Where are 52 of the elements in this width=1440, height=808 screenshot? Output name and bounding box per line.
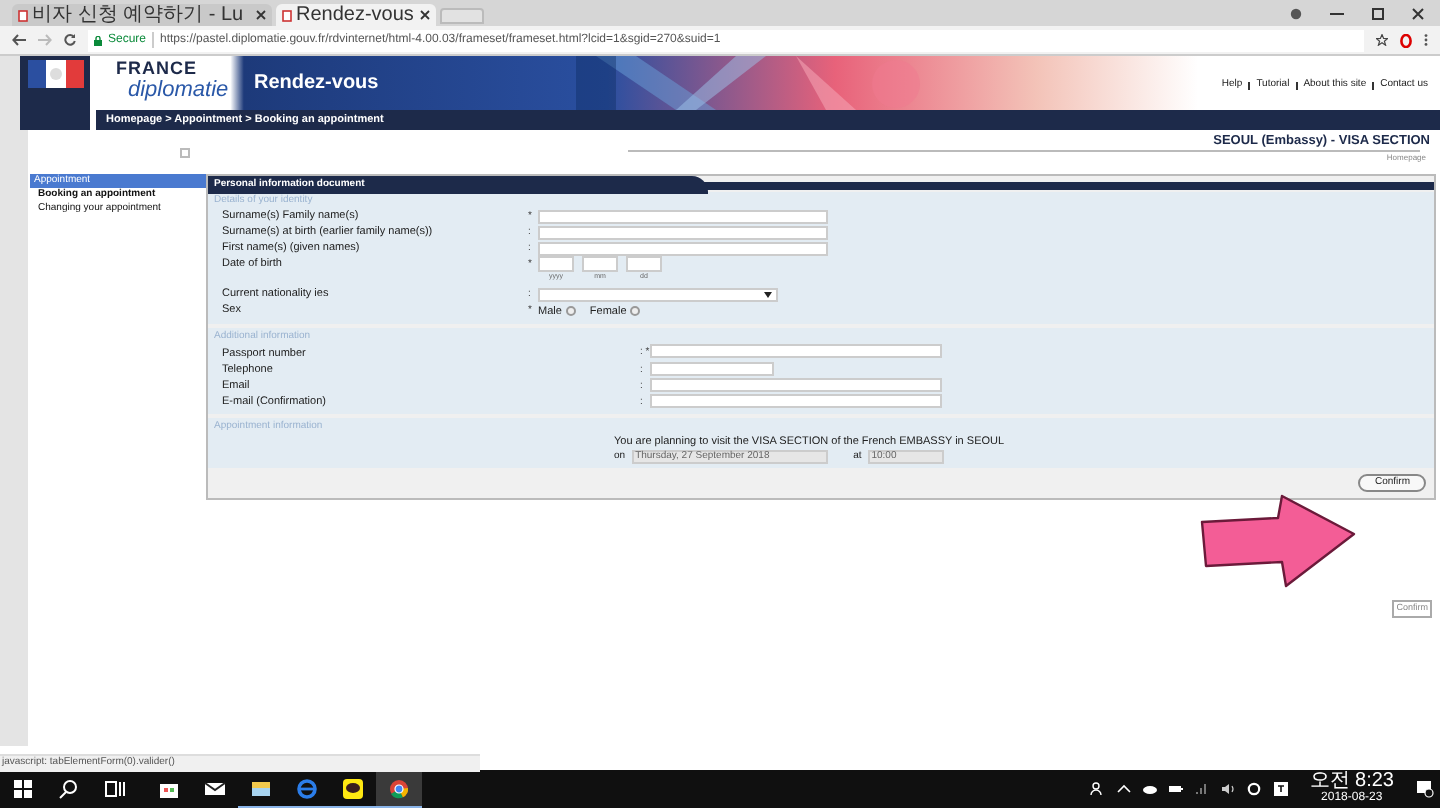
close-icon[interactable]	[256, 10, 266, 20]
keyboard-mode-icon[interactable]	[1271, 780, 1288, 798]
pointing-arrow-icon	[1198, 494, 1358, 590]
lock-icon	[94, 35, 102, 45]
chat-bubble-icon[interactable]	[342, 777, 364, 799]
input-field[interactable]	[650, 362, 774, 376]
speaker-icon[interactable]	[1219, 780, 1236, 798]
input-field[interactable]	[538, 225, 828, 239]
dropdown-arrow-icon	[764, 291, 772, 297]
date-part-field[interactable]	[582, 256, 618, 272]
notification-icon[interactable]	[1416, 780, 1434, 798]
search-icon[interactable]	[58, 778, 80, 800]
cloud-icon[interactable]	[1141, 780, 1158, 798]
task-view-icon[interactable]	[104, 778, 126, 800]
star-icon[interactable]	[1376, 34, 1388, 46]
page-icon	[18, 9, 28, 21]
input-field[interactable]	[650, 378, 942, 392]
flag-icon	[27, 60, 83, 88]
envelope-icon[interactable]	[204, 778, 226, 800]
brand-name: FRANCE	[116, 60, 199, 78]
folder-icon[interactable]	[250, 777, 272, 799]
close-icon[interactable]	[1412, 7, 1424, 19]
browser-tab[interactable]: 비자 신청 예약하기 - Lu	[12, 4, 272, 26]
input-field[interactable]	[538, 241, 828, 255]
profile-icon[interactable]	[1290, 7, 1302, 19]
date-part-field[interactable]	[626, 256, 662, 272]
minimize-icon[interactable]	[1330, 7, 1344, 19]
store-bag-icon[interactable]	[158, 778, 180, 800]
start-icon[interactable]	[12, 778, 34, 800]
input-field[interactable]	[650, 344, 942, 358]
maximize-icon[interactable]	[1372, 7, 1384, 19]
input-field[interactable]	[538, 209, 828, 223]
input-field[interactable]	[650, 394, 942, 408]
reload-icon[interactable]	[64, 34, 76, 46]
chrome-icon[interactable]	[388, 777, 410, 799]
ring-icon[interactable]	[1245, 780, 1262, 798]
page-icon	[282, 9, 292, 21]
browser-tab[interactable]: Rendez-vous	[276, 4, 436, 26]
date-part-field[interactable]	[538, 256, 574, 272]
tab-title: Rendez-vous	[296, 5, 416, 25]
brand-subtitle: diplomatie	[126, 78, 229, 102]
clock-time: 오전 8:23	[1309, 772, 1394, 790]
signal-icon[interactable]	[1193, 780, 1210, 798]
people-icon[interactable]	[1089, 780, 1106, 798]
banner-title: Rendez-vous	[254, 70, 379, 98]
opera-icon[interactable]	[1400, 33, 1412, 47]
caret-up-icon[interactable]	[1115, 780, 1132, 798]
back-icon[interactable]	[12, 34, 26, 46]
browser-e-icon[interactable]	[296, 777, 318, 799]
close-icon[interactable]	[420, 10, 430, 20]
tab-title: 비자 신청 예약하기 - Lu	[32, 5, 246, 25]
battery-icon[interactable]	[1167, 780, 1184, 798]
